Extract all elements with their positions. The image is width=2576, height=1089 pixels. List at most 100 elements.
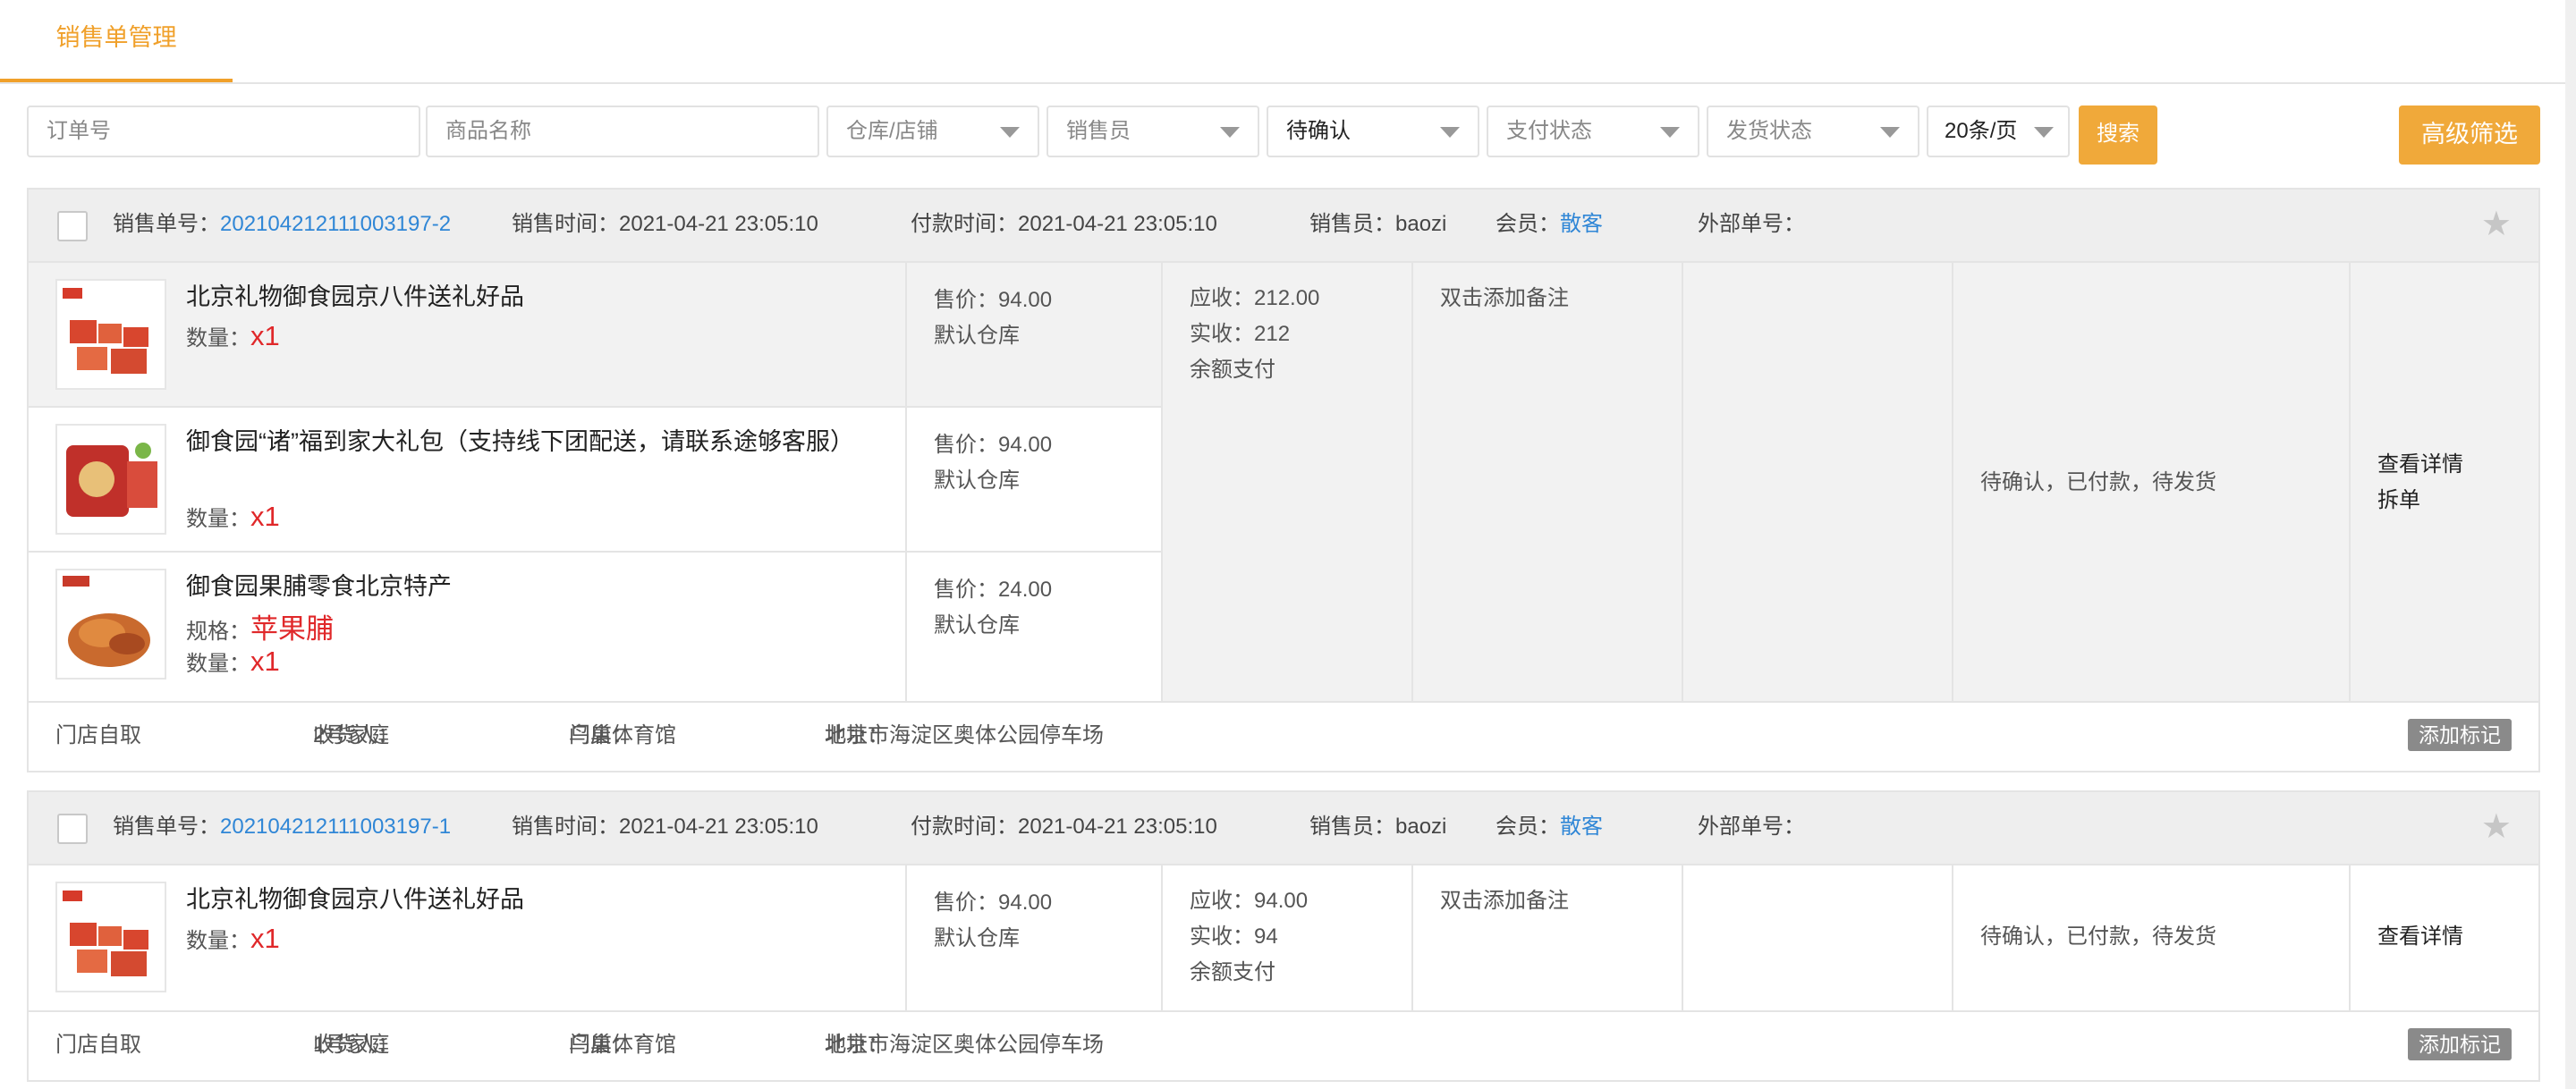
member-link[interactable]: 散客 (1560, 190, 1603, 259)
chevron-down-icon (1660, 127, 1680, 138)
view-detail-link[interactable]: 查看详情 (2377, 452, 2463, 477)
product-name[interactable]: 御食园“诸”福到家大礼包（支持线下团配送，请联系途够客服） (186, 424, 875, 460)
payment-cell: 应收：212.00 实收：212 余额支付 (1161, 263, 1413, 701)
status-select[interactable]: 待确认 (1267, 106, 1479, 157)
qty-value: x1 (250, 923, 280, 954)
member-label: 会员： (1496, 815, 1560, 839)
status-select-label: 待确认 (1286, 119, 1351, 143)
spec-label: 规格： (186, 620, 250, 644)
product-image (55, 279, 166, 390)
star-icon[interactable]: ★ (2481, 207, 2512, 241)
qty-label: 数量： (186, 652, 250, 676)
qty-value: x1 (250, 646, 280, 677)
receivable-value: 212.00 (1254, 286, 1320, 310)
pay-status-select[interactable]: 支付状态 (1487, 106, 1699, 157)
add-remark[interactable]: 双击添加备注 (1440, 281, 1569, 317)
order-body: 北京礼物御食园京八件送礼好品 数量：x1 售价：94.00 默认仓库 御食园“诸”… (29, 263, 2538, 701)
pay-method: 余额支付 (1190, 960, 1275, 984)
chevron-down-icon (1000, 127, 1020, 138)
product-qty: 数量：x1 (186, 320, 280, 352)
pay-status-select-label: 支付状态 (1506, 119, 1592, 143)
star-icon[interactable]: ★ (2481, 810, 2512, 844)
remark-cell[interactable]: 双击添加备注 (1413, 263, 1683, 701)
warehouse-select[interactable]: 仓库/店铺 (826, 106, 1039, 157)
search-button[interactable]: 搜索 (2079, 106, 2157, 165)
salesperson-label: 销售员： (1309, 815, 1395, 839)
product-name[interactable]: 北京礼物御食园京八件送礼好品 (186, 882, 875, 917)
tab-sales-orders[interactable]: 销售单管理 (0, 0, 233, 82)
product-image (55, 424, 166, 535)
qty-label: 数量： (186, 507, 250, 531)
order-card: 销售单号： 202104212111003197-2 销售时间： 2021-04… (27, 188, 2540, 772)
add-tag-button[interactable]: 添加标记 (2408, 719, 2512, 751)
spec-value: 苹果脯 (250, 613, 334, 645)
product-qty: 数量：x1 (186, 646, 280, 678)
qty-value: x1 (250, 501, 280, 532)
product-name[interactable]: 御食园果脯零食北京特产 (186, 569, 875, 604)
action-cell: 查看详情 拆单 (2351, 263, 2538, 701)
product-row: 北京礼物御食园京八件送礼好品 数量：x1 售价：94.00 默认仓库 (29, 865, 1161, 1010)
sale-time-value: 2021-04-21 23:05:10 (619, 212, 818, 236)
delivery-type: 门店自取 (55, 723, 141, 747)
actions: 查看详情 拆单 (2377, 447, 2463, 519)
product-qty: 数量：x1 (186, 923, 280, 955)
page-size-label: 20条/页 (1945, 119, 2018, 143)
product-spec: 规格：苹果脯 (186, 606, 334, 646)
order-checkbox[interactable] (57, 211, 88, 241)
order-no-link[interactable]: 202104212111003197-2 (220, 190, 451, 259)
chevron-down-icon (2034, 127, 2054, 138)
receivable-label: 应收： (1190, 286, 1254, 310)
pay-time-value: 2021-04-21 23:05:10 (1018, 212, 1217, 236)
page-size-select[interactable]: 20条/页 (1927, 106, 2070, 157)
product-info: 御食园果脯零食北京特产 规格：苹果脯 数量：x1 (29, 553, 907, 701)
split-order-link[interactable]: 拆单 (2377, 488, 2420, 512)
member-link[interactable]: 散客 (1560, 792, 1603, 862)
product-image (55, 569, 166, 680)
product-info: 北京礼物御食园京八件送礼好品 数量：x1 (29, 865, 907, 1010)
ship-status-select-label: 发货状态 (1726, 119, 1812, 143)
warehouse-value: 默认仓库 (934, 926, 1020, 950)
price-value: 94.00 (998, 433, 1053, 457)
sale-time-value: 2021-04-21 23:05:10 (619, 815, 818, 839)
receivable-value: 94.00 (1254, 889, 1309, 913)
payment-cell: 应收：94.00 实收：94 余额支付 (1161, 865, 1413, 1010)
product-price: 售价：94.00 默认仓库 (934, 427, 1052, 499)
receivable-label: 应收： (1190, 889, 1254, 913)
scrollbar[interactable] (2565, 0, 2576, 1089)
product-qty: 数量：x1 (186, 501, 280, 533)
qty-label: 数量： (186, 326, 250, 350)
add-remark[interactable]: 双击添加备注 (1440, 883, 1569, 919)
filter-bar: 订单号 商品名称 仓库/店铺 销售员 待确认 支付状态 发货状态 20条/页 搜… (27, 106, 2540, 165)
status-cell: 待确认，已付款，待发货 (1953, 865, 2351, 1010)
price-label: 售价： (934, 433, 998, 457)
view-detail-link[interactable]: 查看详情 (2377, 919, 2463, 955)
product-image (55, 882, 166, 992)
order-body: 北京礼物御食园京八件送礼好品 数量：x1 售价：94.00 默认仓库 应收：94.… (29, 865, 2538, 1010)
action-cell: 查看详情 (2351, 865, 2538, 1010)
product-row: 北京礼物御食园京八件送礼好品 数量：x1 售价：94.00 默认仓库 (29, 263, 1161, 408)
sale-time-label: 销售时间： (512, 212, 619, 236)
remark-cell[interactable]: 双击添加备注 (1413, 865, 1683, 1010)
ship-status-select[interactable]: 发货状态 (1707, 106, 1919, 157)
order-no-link[interactable]: 202104212111003197-1 (220, 792, 451, 862)
received-label: 实收： (1190, 322, 1254, 346)
product-info: 御食园“诸”福到家大礼包（支持线下团配送，请联系途够客服） 数量：x1 (29, 408, 907, 551)
product-name[interactable]: 北京礼物御食园京八件送礼好品 (186, 279, 875, 315)
received-value: 94 (1254, 924, 1278, 949)
product-price: 售价：24.00 默认仓库 (934, 572, 1052, 644)
chevron-down-icon (1220, 127, 1240, 138)
order-no-input[interactable]: 订单号 (27, 106, 420, 157)
advanced-filter-button[interactable]: 高级筛选 (2399, 106, 2540, 165)
warehouse-value: 默认仓库 (934, 469, 1020, 493)
warehouse-select-label: 仓库/店铺 (846, 119, 938, 143)
product-name-input[interactable]: 商品名称 (426, 106, 819, 157)
order-card: 销售单号： 202104212111003197-1 销售时间： 2021-04… (27, 790, 2540, 1082)
received-value: 212 (1254, 322, 1291, 346)
order-checkbox[interactable] (57, 814, 88, 844)
member-label: 会员： (1496, 212, 1560, 236)
chevron-down-icon (1880, 127, 1900, 138)
add-tag-button[interactable]: 添加标记 (2408, 1028, 2512, 1060)
pay-time-value: 2021-04-21 23:05:10 (1018, 815, 1217, 839)
salesperson-select[interactable]: 销售员 (1046, 106, 1259, 157)
salesperson-value: baozi (1395, 815, 1447, 839)
